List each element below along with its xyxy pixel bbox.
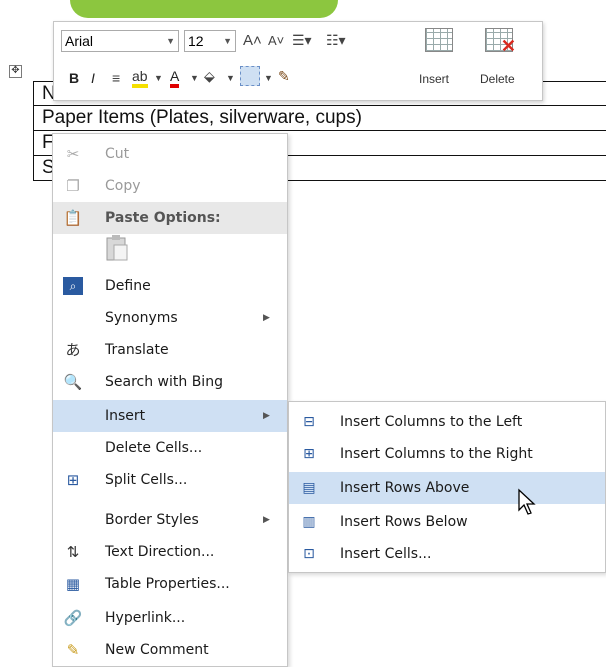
chevron-down-icon[interactable]: ▼ <box>226 70 235 86</box>
menu-item-synonyms[interactable]: Synonyms ▶ <box>53 302 287 334</box>
menu-item-table-properties[interactable]: ▦ Table Properties... <box>53 568 287 600</box>
table-properties-icon: ▦ <box>65 575 81 593</box>
green-banner-shape <box>70 0 338 18</box>
bold-icon[interactable]: B <box>69 70 79 86</box>
font-name-box[interactable]: Arial ▼ <box>61 30 179 52</box>
delete-button[interactable]: Delete <box>480 72 515 86</box>
copy-icon: ❐ <box>66 177 80 195</box>
center-align-icon[interactable]: ≡ <box>112 70 120 86</box>
hyperlink-icon: 🔗 <box>63 609 83 627</box>
delete-table-icon[interactable]: ✕ <box>474 28 524 56</box>
menu-item-new-comment[interactable]: ✎ New Comment <box>53 634 287 666</box>
chevron-right-icon: ▶ <box>263 515 270 525</box>
globe-search-icon: 🔍 <box>63 373 83 391</box>
mouse-cursor-icon <box>518 488 536 515</box>
chevron-down-icon[interactable]: ▼ <box>166 31 175 51</box>
menu-item-cut[interactable]: ✂ Cut <box>53 138 287 170</box>
font-size-box[interactable]: 12 ▼ <box>184 30 236 52</box>
font-size-value: 12 <box>188 33 204 49</box>
numbering-icon[interactable]: ☷▾ <box>326 32 346 48</box>
menu-item-split-cells[interactable]: ⊞ Split Cells... <box>53 464 287 496</box>
font-color-icon[interactable]: A <box>170 68 180 88</box>
grow-font-icon[interactable]: A˄ <box>243 33 262 49</box>
mini-toolbar: Arial ▼ 12 ▼ A˄ A˅ ☰▾ ☷▾ B I ≡ ab ▼ A ▼ … <box>53 21 543 101</box>
bullets-icon[interactable]: ☰▾ <box>292 32 312 48</box>
italic-icon[interactable]: I <box>91 70 95 86</box>
shading-icon[interactable]: ⬙ <box>204 68 215 84</box>
highlight-color-icon[interactable]: ab <box>132 68 148 88</box>
chevron-down-icon[interactable]: ▼ <box>223 31 232 51</box>
chevron-right-icon: ▶ <box>263 313 270 323</box>
borders-icon[interactable] <box>240 66 260 86</box>
insert-rows-below-icon: ▥ <box>302 514 316 530</box>
context-menu: ✂ Cut ❐ Copy 📋 Paste Options: ⌕ Define S… <box>52 133 288 667</box>
font-name-value: Arial <box>65 33 94 49</box>
shrink-font-icon[interactable]: A˅ <box>268 33 284 49</box>
submenu-item-insert-columns-right[interactable]: ⊞ Insert Columns to the Right <box>289 438 605 470</box>
menu-item-hyperlink[interactable]: 🔗 Hyperlink... <box>53 602 287 634</box>
scissors-icon: ✂ <box>66 145 80 163</box>
clipboard-icon: 📋 <box>63 209 83 227</box>
menu-item-border-styles[interactable]: Border Styles ▶ <box>53 504 287 536</box>
table-row[interactable]: Paper Items (Plates, silverware, cups) <box>33 106 606 131</box>
define-icon: ⌕ <box>63 277 83 295</box>
format-painter-icon[interactable]: ✎ <box>278 68 290 84</box>
chevron-right-icon: ▶ <box>263 411 270 421</box>
chevron-down-icon[interactable]: ▼ <box>154 70 163 86</box>
translate-icon: あ <box>65 341 81 359</box>
paste-options-header: 📋 Paste Options: <box>53 202 287 234</box>
submenu-item-insert-rows-below[interactable]: ▥ Insert Rows Below <box>289 506 605 538</box>
insert-rows-above-icon: ▤ <box>302 480 316 496</box>
chevron-down-icon[interactable]: ▼ <box>264 70 273 86</box>
menu-item-copy[interactable]: ❐ Copy <box>53 170 287 202</box>
table-move-handle-icon[interactable]: ✥ <box>9 65 22 78</box>
menu-item-define[interactable]: ⌕ Define <box>53 270 287 302</box>
insert-table-icon[interactable] <box>414 28 464 52</box>
menu-item-translate[interactable]: あ Translate <box>53 334 287 366</box>
insert-submenu: ⊟ Insert Columns to the Left ⊞ Insert Co… <box>288 401 606 573</box>
submenu-item-insert-cells[interactable]: ⊡ Insert Cells... <box>289 538 605 570</box>
insert-button[interactable]: Insert <box>419 72 449 86</box>
text-direction-icon: ⇅ <box>66 543 80 561</box>
insert-columns-right-icon: ⊞ <box>303 446 315 462</box>
paste-keep-source-icon[interactable] <box>105 234 131 262</box>
insert-columns-left-icon: ⊟ <box>303 414 315 430</box>
submenu-item-insert-columns-left[interactable]: ⊟ Insert Columns to the Left <box>289 406 605 438</box>
insert-cells-icon: ⊡ <box>303 546 315 562</box>
new-comment-icon: ✎ <box>66 641 80 659</box>
menu-item-search-bing[interactable]: 🔍 Search with Bing <box>53 366 287 398</box>
split-cells-icon: ⊞ <box>66 471 80 489</box>
chevron-down-icon[interactable]: ▼ <box>190 70 199 86</box>
menu-item-delete-cells[interactable]: Delete Cells... <box>53 432 287 464</box>
submenu-item-insert-rows-above[interactable]: ▤ Insert Rows Above <box>289 472 605 504</box>
menu-item-insert[interactable]: Insert ▶ <box>53 400 287 432</box>
menu-item-text-direction[interactable]: ⇅ Text Direction... <box>53 536 287 568</box>
